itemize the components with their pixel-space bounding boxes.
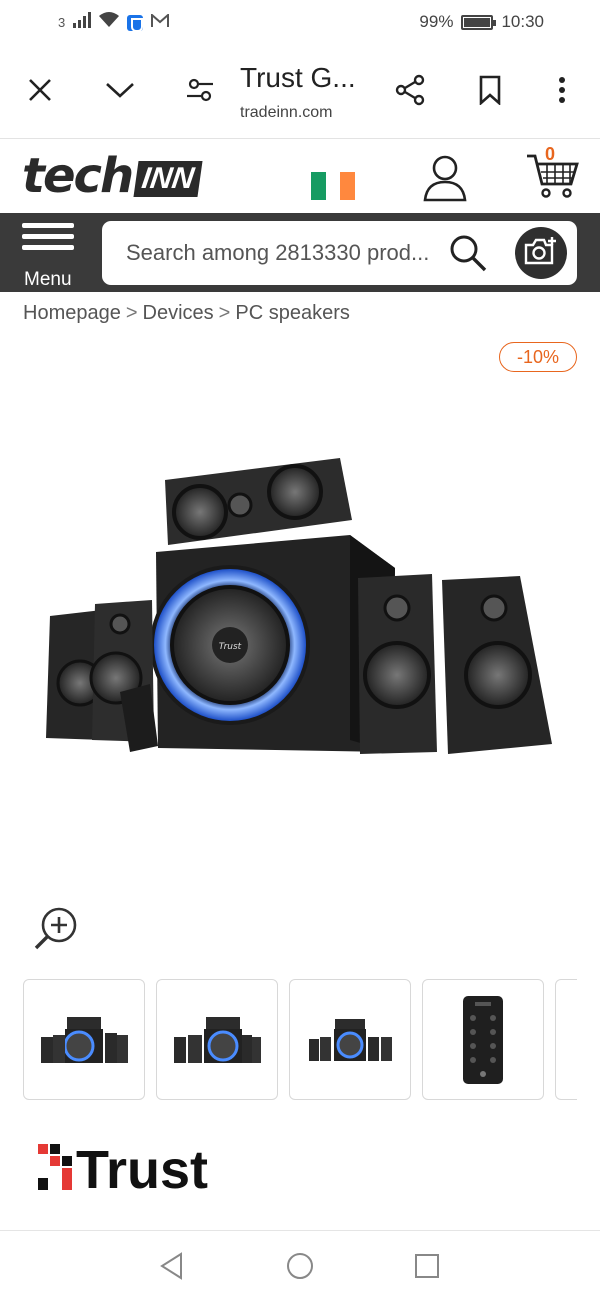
brand-logo[interactable]: Trust <box>36 1138 232 1200</box>
thumbnail-speaker-image <box>309 1018 392 1061</box>
logo-inn: INN <box>133 161 203 197</box>
logo-tech: tech <box>22 148 134 204</box>
speaker-system-illustration: Trust <box>46 458 552 754</box>
thumbnail-strip <box>23 979 577 1101</box>
thumbnail-2[interactable] <box>156 979 278 1100</box>
user-account-icon[interactable] <box>423 154 467 207</box>
zoom-in-icon[interactable] <box>32 905 80 956</box>
thumbnail-5[interactable] <box>555 979 577 1100</box>
thumbnail-3[interactable] <box>289 979 411 1100</box>
discount-badge: -10% <box>499 342 577 372</box>
tune-icon[interactable] <box>180 70 220 110</box>
nav-back-icon[interactable] <box>157 1251 187 1281</box>
breadcrumb: Homepage > Devices > PC speakers <box>23 302 350 325</box>
product-image[interactable]: Trust <box>40 440 560 770</box>
menu-button[interactable]: Menu <box>22 223 78 290</box>
tab-url[interactable]: tradeinn.com <box>240 104 333 122</box>
nav-home-icon[interactable] <box>285 1251 315 1281</box>
flag-stripe-white <box>325 172 341 200</box>
battery-icon <box>461 14 497 30</box>
more-vert-icon[interactable] <box>542 70 582 110</box>
menu-label: Menu <box>24 269 72 290</box>
thumbnail-remote-image <box>463 995 503 1084</box>
chevron-down-icon[interactable] <box>100 70 140 110</box>
gmail-icon <box>151 12 170 33</box>
breadcrumb-devices[interactable]: Devices <box>143 302 214 325</box>
tab-title[interactable]: Trust G... <box>240 62 356 94</box>
thumbnail-1[interactable] <box>23 979 145 1100</box>
country-flag-icon[interactable] <box>311 172 356 200</box>
search-box <box>102 221 577 285</box>
clock: 10:30 <box>501 12 544 31</box>
menu-bar <box>22 223 74 228</box>
svg-text:Trust: Trust <box>219 642 242 652</box>
menu-bar <box>22 245 74 250</box>
chevron-right-icon: > <box>218 302 231 324</box>
bookmark-icon[interactable] <box>470 70 510 110</box>
search-band: Menu <box>0 213 600 292</box>
flag-stripe-orange <box>340 172 356 200</box>
status-right: 99% 10:30 <box>419 12 544 32</box>
search-input[interactable] <box>126 235 448 271</box>
status-bar: 3 99% 10:30 <box>0 0 600 46</box>
thumbnail-speaker-image <box>41 1016 128 1063</box>
thumbnail-speaker-image <box>174 1016 261 1063</box>
battery-fill <box>464 17 491 27</box>
status-left: 3 <box>58 12 170 33</box>
sim-indicator: 3 <box>58 15 66 30</box>
site-header: tech INN 0 <box>0 140 600 213</box>
chevron-right-icon: > <box>125 302 138 324</box>
battery-percent: 99% <box>419 12 454 31</box>
wifi-icon <box>99 12 120 33</box>
camera-search-button[interactable] <box>515 227 567 279</box>
cart-count-badge: 0 <box>545 144 556 164</box>
share-icon[interactable] <box>390 70 430 110</box>
breadcrumb-pc-speakers[interactable]: PC speakers <box>235 302 350 325</box>
flag-stripe-green <box>311 172 326 200</box>
techinn-logo[interactable]: tech INN <box>22 148 203 204</box>
signal-icon <box>73 12 92 33</box>
nav-recents-icon[interactable] <box>412 1251 442 1281</box>
vpn-shield-icon <box>127 14 144 32</box>
close-icon[interactable] <box>20 70 60 110</box>
breadcrumb-homepage[interactable]: Homepage <box>23 302 121 325</box>
browser-toolbar: Trust G... tradeinn.com <box>0 46 600 139</box>
menu-bar <box>22 234 74 239</box>
system-nav-bar <box>0 1230 600 1300</box>
search-icon[interactable] <box>448 233 488 278</box>
camera-plus-icon <box>524 236 558 271</box>
thumbnail-4[interactable] <box>422 979 544 1100</box>
brand-logo-text: Trust <box>76 1140 208 1194</box>
